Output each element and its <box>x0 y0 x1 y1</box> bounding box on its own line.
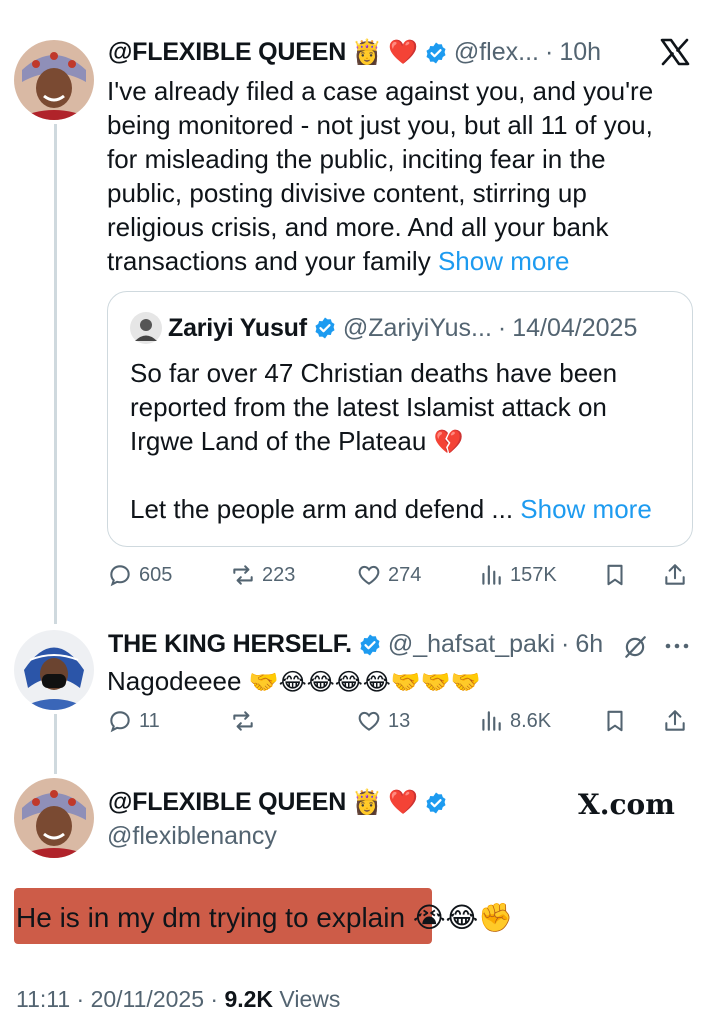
timestamp[interactable]: 6h <box>575 630 603 659</box>
crown-emoji-icon: 👸 <box>352 38 382 66</box>
separator-dot: · <box>497 313 507 342</box>
bookmark-button[interactable] <box>602 562 628 588</box>
views-label: Views <box>273 986 341 1012</box>
quote-body-2: Let the people arm and defend ... <box>130 494 514 524</box>
verified-badge-icon <box>426 42 446 63</box>
share-icon <box>665 710 685 731</box>
avatar[interactable] <box>14 40 94 120</box>
analytics-icon <box>482 711 501 731</box>
tweet-meta: 11:11 · 20/11/2025 · 9.2K Views <box>16 986 340 1013</box>
like-count: 274 <box>388 563 422 586</box>
quote-display-name[interactable]: Zariyi Yusuf <box>168 314 307 343</box>
quote-text-2: Let the people arm and defend ... Show m… <box>130 492 652 526</box>
quote-avatar[interactable] <box>130 312 162 344</box>
share-button[interactable] <box>662 708 688 734</box>
tweet3-text: He is in my dm trying to explain 😭😂✊ <box>16 902 513 934</box>
handle[interactable]: @_hafsat_paki <box>388 630 555 659</box>
avatar[interactable] <box>14 630 94 710</box>
thread-line <box>54 124 57 624</box>
handshake-emoji-icon: 🤝 <box>420 669 451 696</box>
tweet1-text: I've already filed a case against you, a… <box>107 74 687 278</box>
reply-icon <box>110 711 130 733</box>
like-count: 13 <box>388 709 411 732</box>
quote-header: Zariyi Yusuf @ZariyiYus... · 14/04/2025 <box>130 312 637 344</box>
tweet2-text: Nagodeeee 🤝😂😂😂😂🤝🤝🤝 <box>107 664 480 698</box>
tears-of-joy-emoji-icon: 😂 <box>362 669 391 696</box>
handshake-emoji-icon: 🤝 <box>248 669 279 696</box>
timestamp[interactable]: 10h <box>559 38 601 67</box>
tweet1-header: @FLEXIBLE QUEEN 👸 ❤️ @flex... · 10h <box>108 38 601 67</box>
heart-icon <box>358 565 380 585</box>
reply-button[interactable]: 11 <box>107 708 160 734</box>
bookmark-icon <box>607 564 623 586</box>
tweet2-header: THE KING HERSELF. @_hafsat_paki · 6h <box>108 630 603 659</box>
avatar-image <box>14 778 94 858</box>
like-button[interactable]: 13 <box>356 708 410 734</box>
bookmark-icon <box>607 710 623 732</box>
raised-fist-emoji-icon: ✊ <box>478 902 514 933</box>
quote-body: So far over 47 Christian deaths have bee… <box>130 358 618 456</box>
separator-dot: · <box>544 38 554 66</box>
handshake-emoji-icon: 🤝 <box>390 669 421 696</box>
reply-icon <box>110 565 130 587</box>
avatar[interactable] <box>14 778 94 858</box>
post-timestamp[interactable]: 11:11 · 20/11/2025 · <box>16 986 224 1012</box>
repost-icon <box>233 711 253 731</box>
handshake-emoji-icon: 🤝 <box>450 669 481 696</box>
red-heart-emoji-icon: ❤️ <box>387 788 418 816</box>
like-button[interactable]: 274 <box>356 562 421 588</box>
view-count: 157K <box>510 563 557 586</box>
x-com-watermark: X.com <box>578 788 675 821</box>
crown-emoji-icon: 👸 <box>352 788 382 816</box>
show-more-link[interactable]: Show more <box>520 494 652 524</box>
bookmark-button[interactable] <box>602 708 628 734</box>
quote-text: So far over 47 Christian deaths have bee… <box>130 356 670 458</box>
quote-handle[interactable]: @ZariyiYus... <box>343 314 492 343</box>
display-name[interactable]: @FLEXIBLE QUEEN <box>108 38 346 67</box>
reply-count: 605 <box>139 563 173 586</box>
views-button[interactable]: 157K <box>478 562 557 588</box>
tears-of-joy-emoji-icon: 😂 <box>334 669 363 696</box>
red-heart-emoji-icon: ❤️ <box>387 38 418 66</box>
reply-count: 11 <box>139 709 160 732</box>
share-icon <box>665 564 685 585</box>
verified-badge-icon <box>426 792 446 813</box>
verified-badge-icon <box>360 634 380 655</box>
avatar-image <box>14 40 94 120</box>
handle[interactable]: @flex... <box>454 38 539 67</box>
handle[interactable]: @flexiblenancy <box>107 822 277 851</box>
tweet-body: I've already filed a case against you, a… <box>107 76 654 276</box>
x-logo-icon[interactable] <box>660 38 690 66</box>
repost-count: 223 <box>262 563 296 586</box>
tears-of-joy-emoji-icon: 😂 <box>445 902 479 933</box>
tears-of-joy-emoji-icon: 😂 <box>306 669 335 696</box>
tears-of-joy-emoji-icon: 😂 <box>278 669 307 696</box>
tweet3-header: @FLEXIBLE QUEEN 👸 ❤️ <box>108 788 448 817</box>
tweet-body: He is in my dm trying to explain <box>16 902 406 933</box>
views-button[interactable]: 8.6K <box>478 708 551 734</box>
view-count: 8.6K <box>510 709 552 732</box>
repost-button[interactable]: 223 <box>230 562 295 588</box>
more-options-icon[interactable] <box>664 640 690 652</box>
reply-button[interactable]: 605 <box>107 562 172 588</box>
display-name[interactable]: THE KING HERSELF. <box>108 630 352 659</box>
display-name[interactable]: @FLEXIBLE QUEEN <box>108 788 346 817</box>
quote-date[interactable]: 14/04/2025 <box>512 314 637 343</box>
share-button[interactable] <box>662 562 688 588</box>
show-more-link[interactable]: Show more <box>438 246 570 276</box>
avatar-image <box>14 630 94 710</box>
grok-icon[interactable] <box>622 634 648 660</box>
analytics-icon <box>482 565 501 585</box>
thread-line <box>54 714 57 774</box>
repost-icon <box>233 565 253 585</box>
crying-face-emoji-icon: 😭 <box>412 902 446 933</box>
views-count: 9.2K <box>224 986 274 1012</box>
broken-heart-emoji-icon: 💔 <box>433 429 464 456</box>
heart-icon <box>358 711 380 731</box>
verified-badge-icon <box>315 317 335 339</box>
repost-button[interactable] <box>230 708 262 734</box>
separator-dot: · <box>561 630 570 658</box>
tweet-body: Nagodeeee <box>107 666 242 696</box>
